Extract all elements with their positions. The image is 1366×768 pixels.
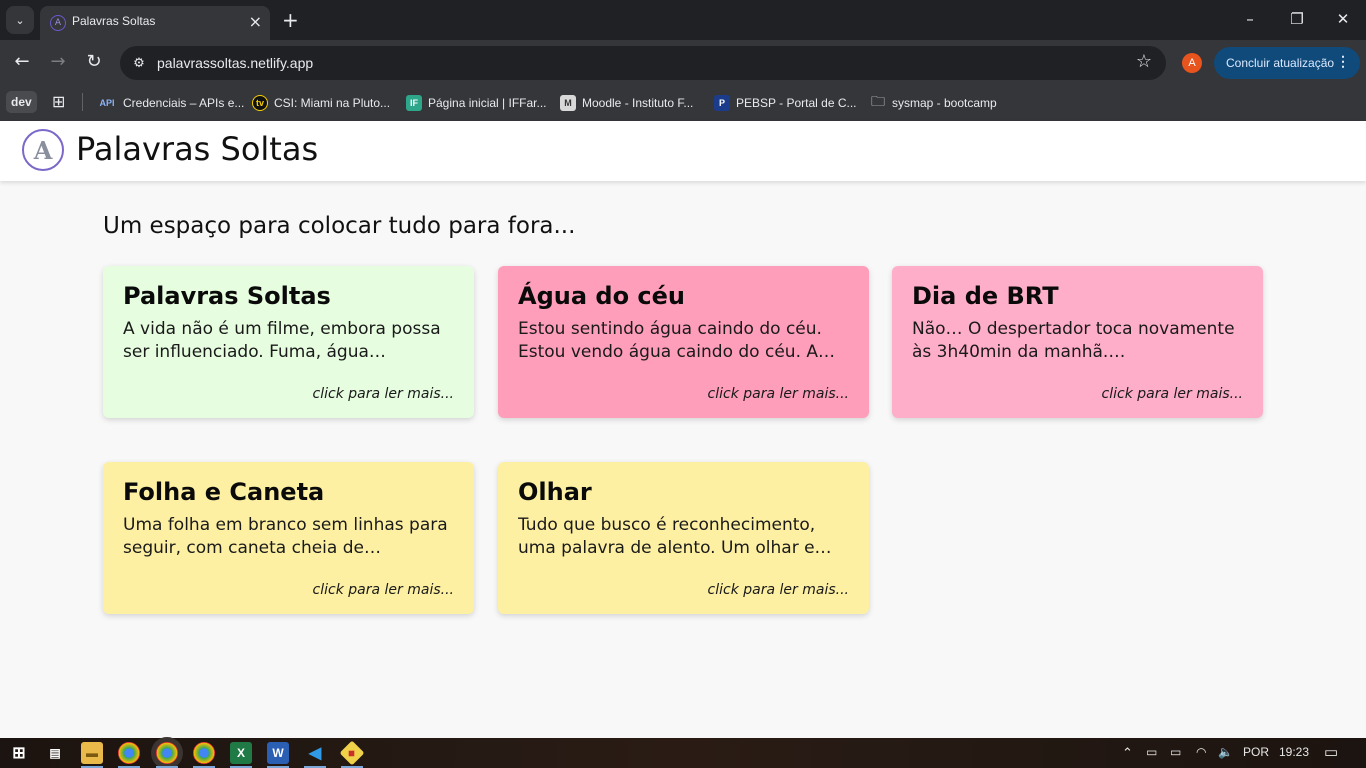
minimize-button[interactable]: – [1235,9,1265,29]
notifications-icon[interactable]: ▭ [1324,743,1338,761]
git-icon[interactable]: ◆ [339,740,365,766]
bookmarks-divider [82,93,83,111]
browser-tab[interactable]: A Palavras Soltas × [40,6,270,40]
post-card-title: Água do céu [518,282,686,310]
site-title: Palavras Soltas [76,130,319,168]
apps-grid-icon[interactable]: ⊞ [52,92,65,111]
bookmark-label: Moodle - Instituto F... [582,96,694,110]
post-card[interactable]: Água do céu Estou sentindo água caindo d… [498,266,869,418]
post-card-excerpt: Uma folha em branco sem linhas para segu… [123,515,448,558]
post-card[interactable]: Palavras Soltas A vida não é um filme, e… [103,266,474,418]
site-logo[interactable]: A [22,129,64,171]
pluto-tv-icon: tv [252,95,268,111]
moodle-icon: M [560,95,576,111]
bookmark-star-icon[interactable]: ☆ [1136,51,1152,72]
excel-icon[interactable]: X [230,742,252,764]
site-header: A Palavras Soltas [0,121,1366,181]
chrome-icon[interactable] [156,742,178,764]
windows-taskbar: ⊞ ▤ ▬ X W ◀ ◆ ⌃ ▭ ▭ ◠ 🔈 POR 19:23 ▭ [0,738,1366,768]
post-card-title: Palavras Soltas [123,282,331,310]
post-card-excerpt: Tudo que busco é reconhecimento, uma pal… [518,515,832,558]
file-explorer-icon[interactable]: ▬ [81,742,103,764]
bookmark-label: PEBSP - Portal de C... [736,96,857,110]
bookmarks-bar: dev ⊞ API Credenciais – APIs e... tv CSI… [0,85,1366,121]
new-tab-button[interactable]: + [282,8,299,32]
tab-title: Palavras Soltas [72,14,156,28]
bookmark-csi-miami[interactable]: tv CSI: Miami na Pluto... [252,92,390,114]
post-card-excerpt: Estou sentindo água caindo do céu. Estou… [518,319,836,362]
folder-icon: 🗀 [871,93,885,109]
wifi-icon[interactable]: ◠ [1196,745,1206,759]
menu-dots-icon: ⋮ [1336,53,1350,69]
bookmark-label: CSI: Miami na Pluto... [274,96,391,110]
back-button[interactable]: ← [10,50,34,74]
browser-tab-bar: ⌄ A Palavras Soltas × + – ❐ ✕ [0,0,1366,40]
windows-start-icon[interactable]: ⊞ [8,742,30,764]
post-card[interactable]: Olhar Tudo que busco é reconhecimento, u… [498,462,869,614]
tray-chevron-icon[interactable]: ⌃ [1122,745,1133,761]
bookmark-label: Credenciais – APIs e... [123,96,245,110]
profile-avatar[interactable]: A [1182,53,1202,73]
bookmark-iffar[interactable]: IF Página inicial | IFFar... [406,92,547,114]
read-more-link[interactable]: click para ler mais... [313,582,454,598]
read-more-link[interactable]: click para ler mais... [708,386,849,402]
address-bar[interactable]: ⚙ palavrassoltas.netlify.app ☆ [120,46,1166,80]
language-indicator[interactable]: POR [1243,745,1269,759]
post-card-title: Dia de BRT [912,282,1059,310]
battery-icon[interactable]: ▭ [1170,745,1181,759]
url-text[interactable]: palavrassoltas.netlify.app [157,55,313,71]
post-card[interactable]: Dia de BRT Não… O despertador toca novam… [892,266,1263,418]
read-more-link[interactable]: click para ler mais... [1102,386,1243,402]
api-icon: API [99,98,115,108]
post-card-title: Olhar [518,478,592,506]
clock[interactable]: 19:23 [1279,745,1309,759]
post-card-title: Folha e Caneta [123,478,325,506]
read-more-link[interactable]: click para ler mais... [313,386,454,402]
close-window-button[interactable]: ✕ [1328,9,1358,29]
site-info-icon[interactable]: ⚙ [128,52,150,74]
tab-search-button[interactable]: ⌄ [6,6,34,34]
bookmark-label: sysmap - bootcamp [892,96,997,110]
restore-button[interactable]: ❐ [1282,9,1312,29]
meet-now-icon[interactable]: ▭ [1146,745,1157,759]
bookmark-moodle[interactable]: M Moodle - Instituto F... [560,92,693,114]
bookmark-sysmap[interactable]: 🗀 sysmap - bootcamp [870,92,997,114]
update-button[interactable]: Concluir atualização ⋮ [1214,47,1360,79]
word-icon[interactable]: W [267,742,289,764]
bookmark-dev[interactable]: dev [6,91,37,113]
site-favicon-icon: A [50,15,66,31]
post-card-excerpt: Não… O despertador toca novamente às 3h4… [912,319,1235,362]
task-view-icon[interactable]: ▤ [44,742,66,764]
close-tab-icon[interactable]: × [249,12,262,32]
reload-button[interactable]: ↻ [82,50,106,74]
volume-icon[interactable]: 🔈 [1218,745,1233,759]
post-card-excerpt: A vida não é um filme, embora possa ser … [123,319,441,362]
bookmark-credenciais[interactable]: API Credenciais – APIs e... [97,92,244,114]
chrome-icon[interactable] [118,742,140,764]
read-more-link[interactable]: click para ler mais... [708,582,849,598]
page-tagline: Um espaço para colocar tudo para fora... [103,213,576,239]
forward-button[interactable]: → [46,50,70,74]
chrome-icon[interactable] [193,742,215,764]
bookmark-pebsp[interactable]: P PEBSP - Portal de C... [714,92,857,114]
bookmark-label: Página inicial | IFFar... [428,96,547,110]
browser-toolbar: ← → ↻ ⚙ palavrassoltas.netlify.app ☆ A C… [0,40,1366,85]
update-button-label: Concluir atualização [1226,56,1335,70]
iffar-icon: IF [406,95,422,111]
pebsp-icon: P [714,95,730,111]
post-card[interactable]: Folha e Caneta Uma folha em branco sem l… [103,462,474,614]
vscode-icon[interactable]: ◀ [304,742,326,764]
